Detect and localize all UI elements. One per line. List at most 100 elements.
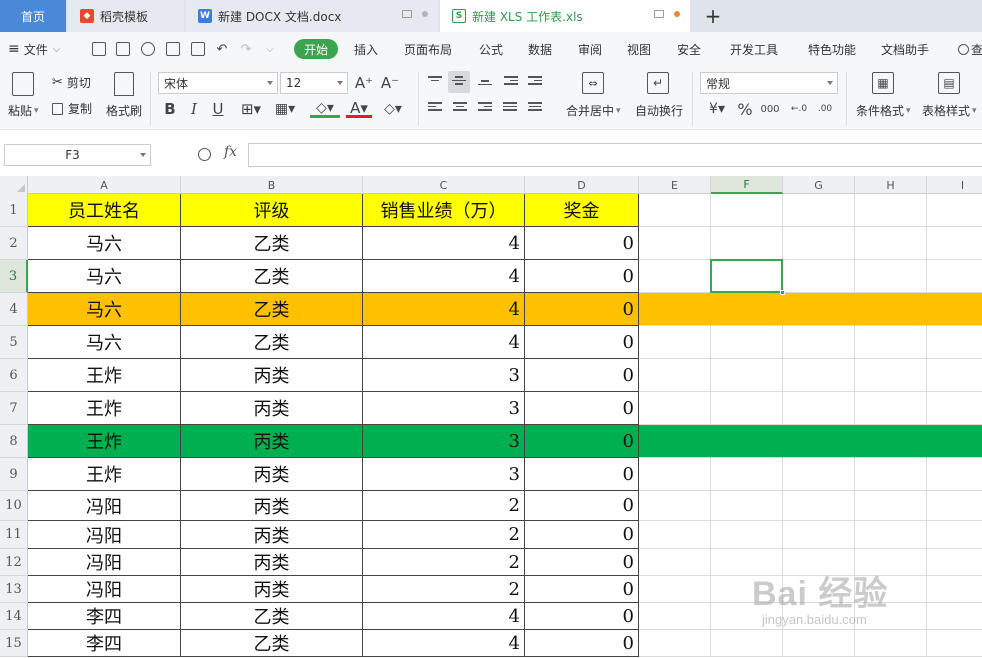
- empty-cell[interactable]: [639, 260, 711, 293]
- empty-cell[interactable]: [927, 392, 982, 425]
- empty-cell[interactable]: [783, 425, 855, 458]
- table-cell[interactable]: 0: [525, 326, 639, 359]
- table-cell[interactable]: 丙类: [181, 521, 363, 549]
- font-color-icon[interactable]: A▾: [346, 99, 372, 118]
- empty-cell[interactable]: [855, 491, 927, 521]
- table-cell[interactable]: 0: [525, 576, 639, 603]
- percent-icon[interactable]: %: [736, 100, 754, 119]
- empty-cell[interactable]: [639, 194, 711, 227]
- table-cell[interactable]: 冯阳: [28, 576, 181, 603]
- empty-cell[interactable]: [639, 576, 711, 603]
- formula-input[interactable]: [248, 143, 982, 167]
- unsaved-dot-icon[interactable]: [674, 11, 680, 17]
- paste-icon[interactable]: [12, 72, 34, 96]
- table-cell[interactable]: 2: [363, 549, 525, 576]
- empty-cell[interactable]: [855, 359, 927, 392]
- table-cell[interactable]: 3: [363, 458, 525, 491]
- empty-cell[interactable]: [639, 491, 711, 521]
- table-cell[interactable]: 4: [363, 260, 525, 293]
- empty-cell[interactable]: [639, 521, 711, 549]
- column-header-d[interactable]: D: [525, 176, 639, 194]
- print-preview-icon[interactable]: [191, 42, 205, 56]
- table-cell[interactable]: 冯阳: [28, 521, 181, 549]
- format-painter-button[interactable]: 格式刷: [106, 102, 142, 119]
- empty-cell[interactable]: [783, 630, 855, 657]
- currency-icon[interactable]: ¥▾: [704, 100, 730, 118]
- table-cell[interactable]: 4: [363, 630, 525, 657]
- empty-cell[interactable]: [639, 293, 711, 326]
- empty-cell[interactable]: [783, 227, 855, 260]
- table-cell[interactable]: 0: [525, 227, 639, 260]
- empty-cell[interactable]: [927, 521, 982, 549]
- tab-home[interactable]: 首页: [0, 0, 66, 32]
- decrease-font-icon[interactable]: A⁻: [380, 74, 400, 92]
- empty-cell[interactable]: [855, 392, 927, 425]
- italic-icon[interactable]: I: [186, 100, 202, 118]
- name-box[interactable]: F3: [4, 144, 151, 166]
- column-header-i[interactable]: I: [927, 176, 982, 194]
- close-dot-icon[interactable]: [422, 11, 428, 17]
- table-cell[interactable]: 丙类: [181, 576, 363, 603]
- column-header-c[interactable]: C: [363, 176, 525, 194]
- align-left-icon[interactable]: [428, 102, 442, 114]
- paste-button[interactable]: 粘贴 ▾: [8, 102, 39, 119]
- empty-cell[interactable]: [927, 458, 982, 491]
- empty-cell[interactable]: [639, 549, 711, 576]
- increase-decimal-icon[interactable]: ←.0: [788, 100, 810, 118]
- align-center-icon[interactable]: [453, 102, 467, 114]
- empty-cell[interactable]: [927, 260, 982, 293]
- menu-insert[interactable]: 插入: [354, 32, 378, 66]
- distributed-align-icon[interactable]: [528, 102, 542, 114]
- conditional-format-button[interactable]: 条件格式 ▾: [856, 102, 911, 119]
- column-header-e[interactable]: E: [639, 176, 711, 194]
- tab-templates[interactable]: ◆ 稻壳模板: [68, 0, 184, 32]
- empty-cell[interactable]: [639, 392, 711, 425]
- row-header[interactable]: 2: [0, 227, 28, 260]
- empty-cell[interactable]: [711, 630, 783, 657]
- table-cell[interactable]: 李四: [28, 630, 181, 657]
- open-folder-icon[interactable]: [92, 42, 106, 56]
- column-header-a[interactable]: A: [28, 176, 181, 194]
- table-cell[interactable]: 乙类: [181, 630, 363, 657]
- zoom-icon[interactable]: [198, 148, 211, 161]
- empty-cell[interactable]: [711, 359, 783, 392]
- empty-cell[interactable]: [711, 491, 783, 521]
- tab-docx-document[interactable]: W 新建 DOCX 文档.docx: [186, 0, 438, 32]
- align-right-icon[interactable]: [478, 102, 492, 114]
- new-tab-button[interactable]: +: [702, 4, 724, 28]
- empty-cell[interactable]: [711, 260, 783, 293]
- empty-cell[interactable]: [711, 326, 783, 359]
- empty-cell[interactable]: [711, 425, 783, 458]
- screen-icon[interactable]: [654, 10, 664, 18]
- table-cell[interactable]: 0: [525, 359, 639, 392]
- quick-access-more-icon[interactable]: ⌵: [262, 41, 278, 57]
- row-header[interactable]: 6: [0, 359, 28, 392]
- table-cell[interactable]: 王炸: [28, 425, 181, 458]
- header-cell[interactable]: 奖金: [525, 194, 639, 227]
- table-cell[interactable]: 4: [363, 326, 525, 359]
- file-menu[interactable]: ≡ 文件 ⌵: [8, 32, 60, 66]
- row-header[interactable]: 13: [0, 576, 28, 603]
- menu-developer[interactable]: 开发工具: [730, 32, 778, 66]
- empty-cell[interactable]: [927, 425, 982, 458]
- empty-cell[interactable]: [783, 326, 855, 359]
- header-cell[interactable]: 销售业绩（万）: [363, 194, 525, 227]
- export-icon[interactable]: [141, 42, 155, 56]
- screen-icon[interactable]: [402, 10, 412, 18]
- menu-view[interactable]: 视图: [627, 32, 651, 66]
- empty-cell[interactable]: [639, 425, 711, 458]
- empty-cell[interactable]: [927, 603, 982, 630]
- empty-cell[interactable]: [783, 194, 855, 227]
- menu-review[interactable]: 审阅: [578, 32, 602, 66]
- table-cell[interactable]: 丙类: [181, 491, 363, 521]
- table-cell[interactable]: 0: [525, 630, 639, 657]
- border-icon[interactable]: ⊞▾: [236, 100, 266, 118]
- header-cell[interactable]: 员工姓名: [28, 194, 181, 227]
- table-cell[interactable]: 李四: [28, 603, 181, 630]
- menu-data[interactable]: 数据: [528, 32, 552, 66]
- table-cell[interactable]: 丙类: [181, 549, 363, 576]
- table-cell[interactable]: 乙类: [181, 227, 363, 260]
- merge-center-button[interactable]: 合并居中 ▾: [566, 102, 621, 119]
- row-header[interactable]: 11: [0, 521, 28, 549]
- redo-icon[interactable]: ↷: [238, 41, 254, 57]
